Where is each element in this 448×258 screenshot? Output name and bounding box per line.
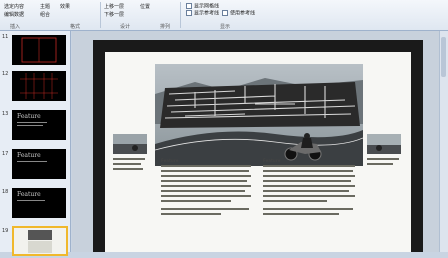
text-line: [263, 185, 355, 187]
slide-thumbnail-graphic: [12, 35, 66, 65]
text-line: [17, 125, 43, 126]
vertical-scrollbar[interactable]: [439, 31, 448, 252]
slide-thumbnail-11[interactable]: [12, 35, 66, 65]
text-line: [161, 180, 247, 182]
slide-number: 11: [2, 34, 9, 40]
text-line: [161, 200, 231, 202]
text-line: [161, 170, 249, 172]
ribbon-btn-3[interactable]: 效果: [60, 4, 70, 10]
text-line: [161, 165, 251, 167]
maze-motorcycle-photo: [155, 64, 363, 166]
text-line: [263, 180, 351, 182]
text-line: [17, 122, 47, 123]
slide-number: 13: [2, 111, 9, 117]
text-line: [161, 195, 251, 197]
ribbon-btn-1[interactable]: 选定内容: [4, 4, 24, 10]
text-line: [113, 163, 141, 165]
slide-thumbnail-13[interactable]: Feature: [12, 110, 66, 140]
text-line: [263, 190, 349, 192]
text-line: [263, 200, 327, 202]
checkbox-gridlines[interactable]: 显示网格线: [186, 3, 219, 10]
ribbon-btn-2[interactable]: 主题: [40, 4, 50, 10]
ribbon-btn-8[interactable]: 位置: [140, 4, 150, 10]
ribbon-separator: [100, 2, 101, 28]
right-caption-text: [367, 158, 401, 168]
text-line: [161, 175, 251, 177]
checkbox-guides-label: 显示参考线: [194, 10, 220, 17]
text-line: [113, 158, 145, 160]
checkbox-icon: [186, 3, 192, 9]
slide-number: 12: [2, 71, 9, 77]
text-line: [161, 208, 249, 210]
left-caption-text: [113, 158, 147, 173]
slide-thumbnail-17[interactable]: Feature: [12, 149, 66, 179]
slide-number: 17: [2, 151, 9, 157]
text-line: [17, 200, 45, 201]
ribbon-group-label: 排列: [160, 24, 171, 30]
checkbox-gridlines-label: 显示网格线: [194, 3, 220, 10]
ribbon-separator: [180, 2, 181, 28]
slide-thumbnail-graphic: [12, 71, 66, 101]
checkbox-icon: [186, 10, 192, 16]
slide-thumbnail-title: Feature: [17, 191, 41, 198]
ribbon-group-label: 显示: [220, 24, 231, 30]
ribbon-btn-4[interactable]: 编辑数据: [4, 12, 24, 18]
scrollbar-thumb[interactable]: [441, 37, 446, 77]
text-line: [263, 195, 355, 197]
text-line: [161, 190, 245, 192]
checkbox-snap[interactable]: 使用参考线: [222, 10, 255, 17]
slide-thumbnail-18[interactable]: Feature: [12, 188, 66, 218]
checkbox-snap-label: 使用参考线: [230, 10, 256, 17]
ribbon-group-label: 设计: [120, 24, 131, 30]
slide-thumbnail-12[interactable]: [12, 71, 66, 101]
text-line: [263, 175, 355, 177]
ribbon-btn-5[interactable]: 组合: [40, 12, 50, 18]
left-small-photo: [113, 134, 147, 154]
ribbon-group-label: 插入: [10, 24, 21, 30]
text-line: [113, 168, 143, 170]
checkbox-icon: [222, 10, 228, 16]
ribbon: 选定内容 主题 效果 编辑数据 组合 上移一层 下移一层 位置 显示网格线 显示…: [0, 0, 448, 31]
ribbon-btn-7[interactable]: 下移一层: [104, 12, 124, 18]
article-column-right: Feature: [263, 158, 357, 218]
article-column-left: Feature: [161, 158, 253, 218]
ribbon-group-label: 格式: [70, 24, 81, 30]
slide-thumbnail-title: Feature: [17, 113, 41, 120]
slide-number: 18: [2, 189, 9, 195]
text-line: [367, 163, 393, 165]
slide-thumbnail-panel: 11 12 13 Feature 17 Feature 18 Feature 1…: [0, 31, 71, 256]
slide-thumbnail-graphic: [14, 228, 66, 254]
checkbox-guides[interactable]: 显示参考线: [186, 10, 219, 17]
text-line: [161, 213, 221, 215]
text-line: [263, 213, 339, 215]
ribbon-btn-6[interactable]: 上移一层: [104, 4, 124, 10]
text-line: [161, 185, 251, 187]
text-line: [263, 170, 353, 172]
text-line: [263, 165, 355, 167]
text-line: [17, 161, 47, 162]
article-heading-left: Feature: [161, 158, 179, 163]
slide-number: 19: [2, 228, 9, 234]
article-heading-right: Feature: [263, 158, 281, 163]
text-line: [263, 208, 353, 210]
right-small-photo: [367, 134, 401, 154]
text-line: [367, 158, 399, 160]
slide-thumbnail-title: Feature: [17, 152, 41, 159]
slide-page[interactable]: Feature Feature: [105, 52, 411, 252]
